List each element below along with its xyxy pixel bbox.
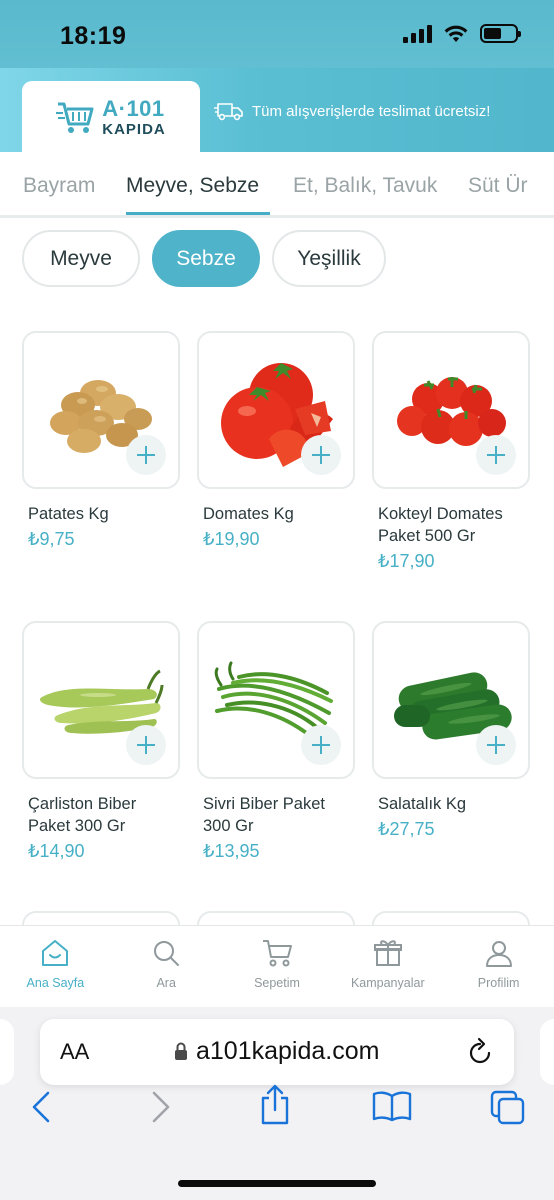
nav-search[interactable]: Ara xyxy=(111,926,222,1007)
logo-brand: A·101 xyxy=(102,95,165,121)
lock-icon xyxy=(175,1042,187,1060)
nav-cart[interactable]: Sepetim xyxy=(222,926,333,1007)
product-name[interactable]: Kokteyl Domates Paket 500 Gr xyxy=(372,503,530,547)
forward-arrow-icon[interactable] xyxy=(150,1090,172,1124)
nav-label: Kampanyalar xyxy=(350,976,425,990)
product-name[interactable]: Domates Kg xyxy=(197,503,355,525)
product-price: ₺19,90 xyxy=(203,529,260,549)
product-card[interactable]: Salatalık Kg ₺27,75 xyxy=(372,621,530,840)
bookmarks-icon[interactable] xyxy=(372,1090,412,1122)
plus-icon xyxy=(137,736,155,754)
cellular-signal-icon xyxy=(403,24,432,43)
product-name[interactable]: Sivri Biber Paket 300 Gr xyxy=(197,793,355,837)
product-card[interactable]: Kokteyl Domates Paket 500 Gr ₺17,90 xyxy=(372,331,530,572)
home-icon xyxy=(42,940,69,966)
wifi-icon xyxy=(444,25,468,42)
plus-icon xyxy=(137,446,155,464)
previous-tab-peek[interactable] xyxy=(0,1019,14,1085)
nav-label: Ana Sayfa xyxy=(26,976,85,990)
tab-meyve-sebze[interactable]: Meyve, Sebze xyxy=(126,174,259,198)
share-icon[interactable] xyxy=(258,1084,292,1126)
address-bar[interactable]: AA a101kapida.com xyxy=(40,1019,514,1085)
next-tab-peek[interactable] xyxy=(540,1019,554,1085)
status-icons xyxy=(403,24,521,43)
add-to-cart-button[interactable] xyxy=(126,435,166,475)
plus-icon xyxy=(312,736,330,754)
product-card[interactable]: Çarliston Biber Paket 300 Gr ₺14,90 xyxy=(22,621,180,862)
nav-label: Sepetim xyxy=(254,976,300,990)
status-bar: 18:19 xyxy=(0,0,554,68)
tabs-icon[interactable] xyxy=(490,1090,526,1126)
subcategory-chips: Meyve Sebze Yeşillik xyxy=(22,230,386,287)
nav-label: Profilim xyxy=(477,976,520,990)
promo-text: Tüm alışverişlerde teslimat ücretsiz! xyxy=(252,102,491,120)
battery-icon xyxy=(480,24,521,43)
product-price: ₺9,75 xyxy=(28,529,75,549)
product-price: ₺17,90 xyxy=(378,551,435,571)
product-card[interactable]: Patates Kg ₺9,75 xyxy=(22,331,180,550)
status-time: 18:19 xyxy=(60,22,127,50)
search-icon xyxy=(154,941,180,966)
add-to-cart-button[interactable] xyxy=(301,725,341,765)
delivery-truck-icon xyxy=(214,103,243,121)
chip-meyve[interactable]: Meyve xyxy=(22,230,140,287)
reload-icon[interactable] xyxy=(466,1037,494,1067)
nav-campaigns[interactable]: Kampanyalar xyxy=(332,926,443,1007)
product-name[interactable]: Salatalık Kg xyxy=(372,793,530,815)
a101-kapida-logo[interactable]: A·101 KAPIDA xyxy=(22,81,200,153)
active-tab-indicator xyxy=(126,212,270,215)
category-tabs: Bayram Meyve, Sebze Et, Balık, Tavuk Süt… xyxy=(0,152,554,218)
logo-cart-icon xyxy=(56,100,94,134)
nav-label: Ara xyxy=(156,976,176,990)
cart-icon xyxy=(262,940,292,967)
url-text: a101kapida.com xyxy=(196,1037,380,1065)
product-card[interactable]: Sivri Biber Paket 300 Gr ₺13,95 xyxy=(197,621,355,862)
add-to-cart-button[interactable] xyxy=(301,435,341,475)
home-indicator xyxy=(178,1180,376,1187)
bottom-navigation: Ana Sayfa Ara Sepetim Kampanyalar Profil… xyxy=(0,925,554,1007)
product-price: ₺13,95 xyxy=(203,841,260,861)
back-arrow-icon[interactable] xyxy=(30,1090,52,1124)
product-name[interactable]: Patates Kg xyxy=(22,503,180,525)
product-card[interactable]: Domates Kg ₺19,90 xyxy=(197,331,355,550)
logo-sub: KAPIDA xyxy=(102,120,166,138)
plus-icon xyxy=(487,446,505,464)
tab-bayram[interactable]: Bayram xyxy=(23,174,95,198)
chip-sebze[interactable]: Sebze xyxy=(152,230,260,287)
tab-et-balik-tavuk[interactable]: Et, Balık, Tavuk xyxy=(293,174,437,198)
tab-sut-urunleri[interactable]: Süt Ür xyxy=(468,174,528,198)
plus-icon xyxy=(312,446,330,464)
gift-icon xyxy=(373,940,402,966)
plus-icon xyxy=(487,736,505,754)
nav-profile[interactable]: Profilim xyxy=(443,926,554,1007)
free-delivery-banner: Tüm alışverişlerde teslimat ücretsiz! xyxy=(214,101,490,121)
profile-icon xyxy=(485,941,512,967)
add-to-cart-button[interactable] xyxy=(476,725,516,765)
nav-home[interactable]: Ana Sayfa xyxy=(0,926,111,1007)
add-to-cart-button[interactable] xyxy=(126,725,166,765)
url-display[interactable]: a101kapida.com xyxy=(174,1037,379,1066)
add-to-cart-button[interactable] xyxy=(476,435,516,475)
product-name[interactable]: Çarliston Biber Paket 300 Gr xyxy=(22,793,180,837)
product-price: ₺14,90 xyxy=(28,841,85,861)
text-size-button[interactable]: AA xyxy=(60,1039,89,1065)
chip-yesillik[interactable]: Yeşillik xyxy=(272,230,386,287)
product-price: ₺27,75 xyxy=(378,819,435,839)
browser-toolbar xyxy=(0,1084,554,1150)
